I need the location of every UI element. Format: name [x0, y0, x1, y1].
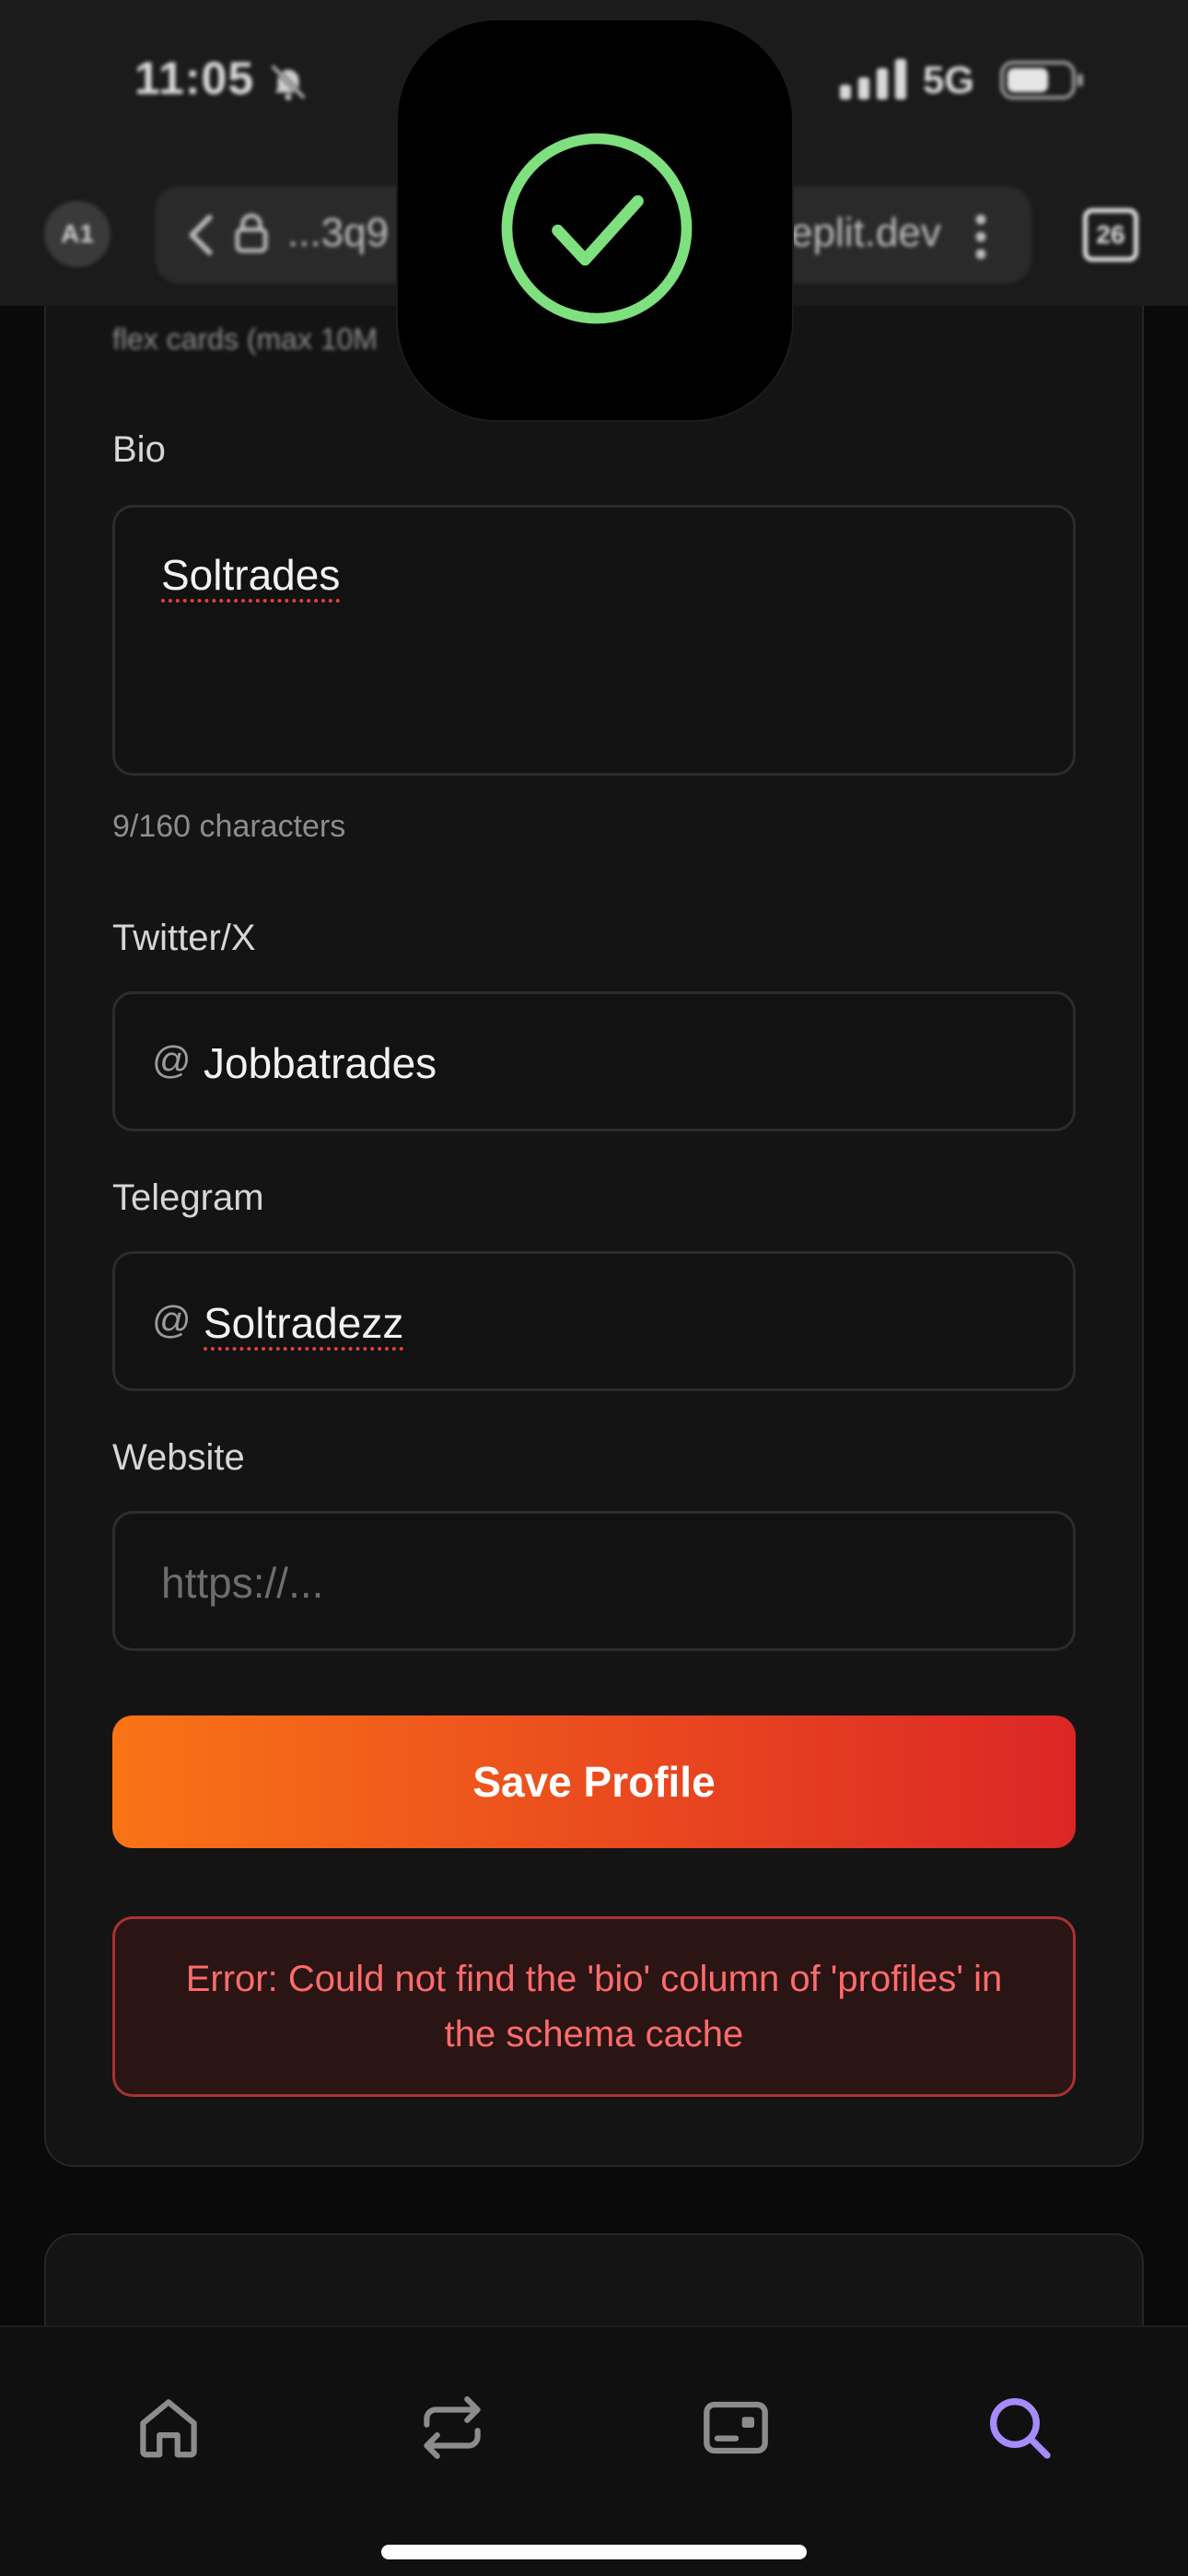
website-input[interactable]: https://... [112, 1511, 1076, 1651]
telegram-value: Soltradezz [204, 1299, 404, 1347]
screen: flex cards (max 10M Bio Soltrades 9/160 … [0, 0, 1188, 2576]
telegram-input[interactable]: @ Soltradezz [112, 1251, 1076, 1391]
home-icon [140, 2399, 197, 2458]
status-time: 11:05 [134, 53, 255, 104]
error-message: Error: Could not find the 'bio' column o… [112, 1916, 1076, 2097]
profile-form-card [44, 184, 1144, 2167]
save-profile-button[interactable]: Save Profile [112, 1715, 1076, 1848]
twitter-input[interactable]: @ Jobbatrades [112, 991, 1076, 1131]
tab-count-button[interactable]: 26 [1083, 208, 1138, 262]
success-hud [396, 18, 794, 422]
at-sign-icon: @ [152, 1038, 192, 1082]
nav-card[interactable] [685, 2377, 786, 2478]
swap-icon [424, 2396, 481, 2459]
lock-icon [235, 213, 268, 253]
url-text-start: ...3q9 [287, 210, 390, 255]
at-sign-icon: @ [152, 1298, 192, 1341]
battery-icon [1000, 61, 1083, 100]
url-text-end: eplit.dev [790, 210, 941, 255]
nav-swap[interactable] [402, 2377, 503, 2478]
upload-hint-text: flex cards (max 10M [112, 322, 379, 356]
nav-search[interactable] [969, 2377, 1070, 2478]
network-type: 5G [923, 58, 975, 101]
bio-textarea[interactable]: Soltrades [112, 505, 1076, 776]
more-vertical-icon[interactable] [974, 214, 987, 260]
home-indicator[interactable] [381, 2545, 807, 2559]
bottom-navigation [0, 2325, 1188, 2576]
card-icon [704, 2401, 768, 2454]
telegram-label: Telegram [112, 1177, 264, 1218]
website-label: Website [112, 1437, 245, 1478]
website-placeholder: https://... [161, 1559, 324, 1607]
twitter-label: Twitter/X [112, 918, 256, 958]
search-icon [990, 2398, 1051, 2459]
checkmark-circle-icon [501, 133, 693, 324]
bio-char-count: 9/160 characters [112, 809, 346, 844]
chevron-left-icon[interactable] [186, 214, 215, 256]
twitter-value: Jobbatrades [204, 1039, 437, 1087]
bell-muted-icon [270, 64, 307, 100]
account-avatar[interactable]: A1 [44, 201, 111, 267]
nav-home[interactable] [118, 2377, 219, 2478]
bio-label: Bio [112, 429, 166, 470]
signal-icon [840, 59, 906, 100]
bio-value: Soltrades [161, 551, 341, 599]
